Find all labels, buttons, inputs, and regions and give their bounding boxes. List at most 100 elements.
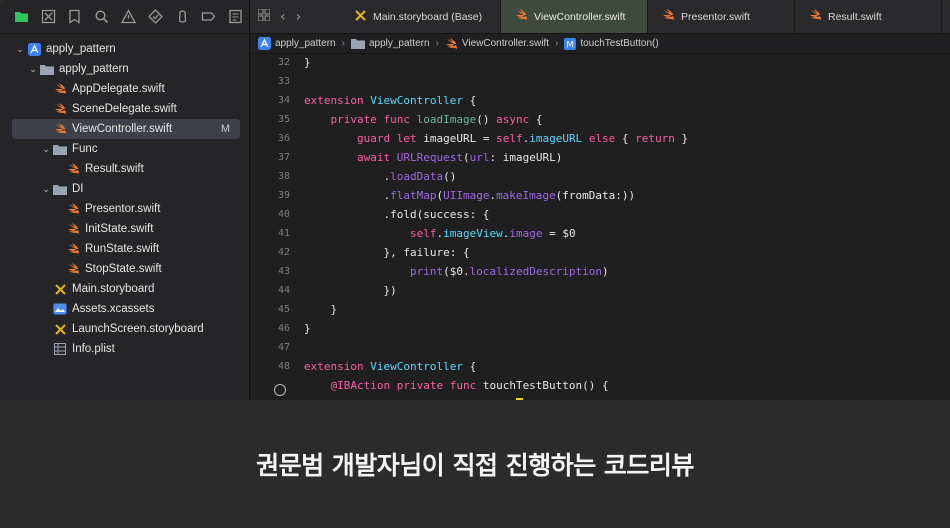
tree-item[interactable]: RunState.swift: [0, 239, 249, 259]
line-number[interactable]: 42: [250, 247, 304, 258]
tree-item[interactable]: Presentor.swift: [0, 199, 249, 219]
code-token: }: [674, 132, 689, 145]
line-number[interactable]: 34: [250, 95, 304, 106]
report-icon[interactable]: [222, 7, 249, 27]
tree-item[interactable]: ViewController.swift M: [12, 119, 240, 139]
line-number[interactable]: 39: [250, 190, 304, 201]
line-number[interactable]: 45: [250, 304, 304, 315]
code-token: async: [496, 113, 530, 126]
debug-icon[interactable]: [169, 7, 196, 27]
code-token: else: [588, 132, 616, 145]
code-line: 35 private func loadImage() async {: [250, 110, 950, 129]
tab-label: ViewController.swift: [534, 10, 626, 23]
warning-icon[interactable]: [115, 7, 142, 27]
tree-item[interactable]: Result.swift: [0, 159, 249, 179]
code-token: (fromData:)): [555, 189, 636, 202]
tree-item[interactable]: ⌄ apply_pattern: [0, 59, 249, 79]
tree-item[interactable]: AppDelegate.swift: [0, 79, 249, 99]
editor-tab[interactable]: ViewController.swift: [501, 0, 648, 33]
breakpoint-icon[interactable]: [195, 7, 222, 27]
line-number[interactable]: 48: [250, 361, 304, 372]
file-tree: ⌄ apply_pattern ⌄ apply_pattern AppDelegate.…: [0, 34, 249, 359]
tree-item[interactable]: Assets.xcassets: [0, 299, 249, 319]
bookmark-icon[interactable]: [62, 7, 89, 27]
swift-icon: [445, 37, 458, 50]
tree-item[interactable]: Info.plist: [0, 339, 249, 359]
swift-file-icon: [52, 82, 68, 96]
code-line: 32}: [250, 53, 950, 72]
forward-arrow-icon[interactable]: ›: [296, 9, 302, 25]
line-number[interactable]: 33: [250, 76, 304, 87]
code-token: guard let: [356, 132, 424, 145]
tree-item[interactable]: InitState.swift: [0, 219, 249, 239]
tree-item[interactable]: ⌄ DI: [0, 179, 249, 199]
swift-file-icon: [515, 9, 528, 24]
code-area[interactable]: 32} 33 34 extension ViewController {35 priv…: [250, 53, 950, 400]
code-token: }: [304, 303, 338, 316]
code-token: .: [304, 189, 391, 202]
code-token: ViewController: [370, 360, 463, 373]
code-text: print($0.localizedDescription): [304, 265, 609, 278]
code-token: {: [462, 94, 477, 107]
ibaction-connection-icon[interactable]: [274, 383, 286, 396]
jump-bar: apply_pattern › apply_pattern › ViewControll…: [250, 34, 950, 54]
tree-item[interactable]: StopState.swift: [0, 259, 249, 279]
caption-banner: 권문범 개발자님이 직접 진행하는 코드리뷰: [0, 400, 950, 528]
editor-tab[interactable]: Result.swift: [795, 0, 942, 33]
line-number[interactable]: 47: [250, 342, 304, 353]
code-line: 48 extension ViewController {: [250, 357, 950, 376]
disclosure-chevron-icon[interactable]: ⌄: [14, 44, 26, 55]
code-token: loadImage: [416, 113, 477, 126]
code-text: .loadData(): [304, 170, 456, 183]
tree-item-label: Result.swift: [85, 163, 144, 175]
line-number[interactable]: 44: [250, 285, 304, 296]
tree-item[interactable]: ⌄ Func: [0, 139, 249, 159]
tree-item-label: AppDelegate.swift: [72, 83, 165, 95]
disclosure-chevron-icon[interactable]: ⌄: [40, 184, 52, 195]
line-number[interactable]: 38: [250, 171, 304, 182]
line-number[interactable]: 46: [250, 323, 304, 334]
test-icon[interactable]: [142, 7, 169, 27]
line-number[interactable]: 36: [250, 133, 304, 144]
plist-file-icon: [52, 342, 68, 356]
disclosure-chevron-icon[interactable]: ⌄: [27, 64, 39, 75]
disclosure-chevron-icon[interactable]: ⌄: [40, 144, 52, 155]
grid-icon[interactable]: [257, 8, 271, 25]
tree-item[interactable]: ⌄ apply_pattern: [0, 39, 249, 59]
tree-item[interactable]: Main.storyboard: [0, 279, 249, 299]
assets-file-icon: [52, 302, 68, 316]
line-number[interactable]: 35: [250, 114, 304, 125]
breadcrumb-item[interactable]: ViewController.swift: [445, 37, 549, 50]
code-token: private func: [330, 113, 417, 126]
tree-item-label: LaunchScreen.storyboard: [72, 323, 204, 335]
tree-item[interactable]: SceneDelegate.swift: [0, 99, 249, 119]
search-icon[interactable]: [88, 7, 115, 27]
back-arrow-icon[interactable]: ‹: [280, 9, 286, 25]
code-line: 39 .flatMap(UIImage.makeImage(fromData:)…: [250, 186, 950, 205]
code-token: self: [496, 132, 523, 145]
line-number[interactable]: 40: [250, 209, 304, 220]
line-number[interactable]: 37: [250, 152, 304, 163]
code-line: 42 }, failure: {: [250, 243, 950, 262]
breadcrumb-item[interactable]: apply_pattern: [258, 37, 336, 50]
tree-item[interactable]: LaunchScreen.storyboard: [0, 319, 249, 339]
editor-tab[interactable]: Main.storyboard (Base): [340, 0, 501, 33]
swift-file-icon: [65, 202, 81, 216]
breadcrumb-item[interactable]: apply_pattern: [350, 38, 430, 49]
breadcrumb-item[interactable]: MtouchTestButton(): [564, 37, 659, 50]
tab-label: Main.storyboard (Base): [373, 10, 483, 23]
code-text: .fold(success: {: [304, 208, 489, 221]
source-control-icon[interactable]: [35, 7, 62, 27]
folder-icon[interactable]: [8, 7, 35, 27]
editor-tab[interactable]: Presentor.swift: [648, 0, 795, 33]
line-number[interactable]: 32: [250, 57, 304, 68]
code-line: 46}: [250, 319, 950, 338]
code-text: private func loadImage() async {: [304, 113, 543, 126]
line-number[interactable]: 41: [250, 228, 304, 239]
swift-file-icon: [809, 9, 822, 24]
line-number[interactable]: 43: [250, 266, 304, 277]
code-token: url: [469, 151, 490, 164]
code-token: (): [443, 170, 457, 183]
